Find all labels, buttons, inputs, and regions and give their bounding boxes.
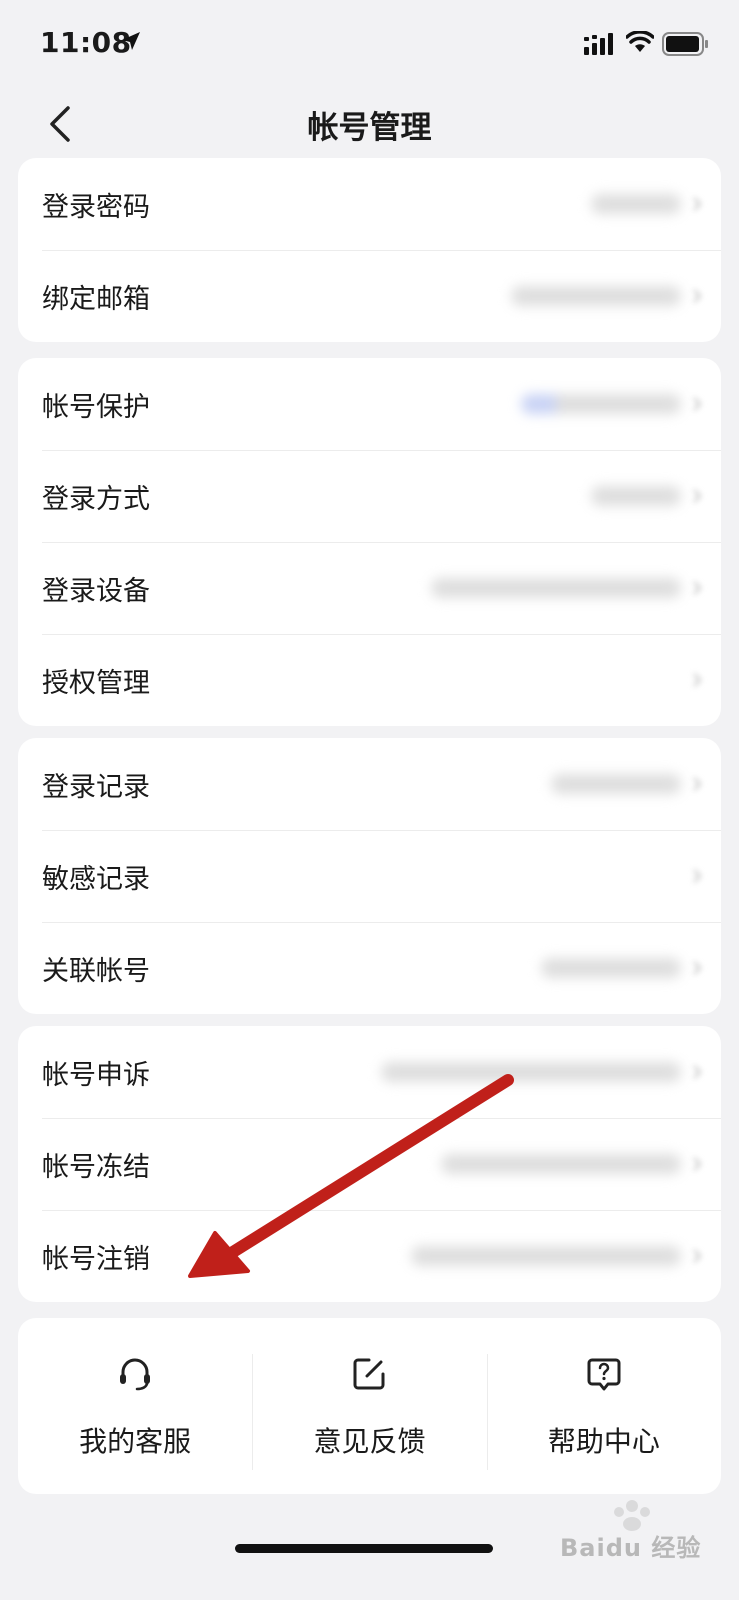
location-arrow-icon <box>122 32 140 50</box>
settings-group-password: 登录密码 绑定邮箱 <box>18 158 721 342</box>
blurred-value <box>431 578 681 598</box>
blurred-value <box>541 958 681 978</box>
chevron-right-icon <box>693 289 702 303</box>
row-login-records[interactable]: 登录记录 <box>18 738 721 830</box>
row-bind-email[interactable]: 绑定邮箱 <box>18 250 721 342</box>
battery-icon <box>662 32 708 56</box>
row-label: 登录方式 <box>42 483 150 515</box>
row-account-appeal[interactable]: 帐号申诉 <box>18 1026 721 1118</box>
row-account-freeze[interactable]: 帐号冻结 <box>18 1118 721 1210</box>
chevron-right-icon <box>693 869 702 883</box>
bottom-label: 我的客服 <box>79 1425 192 1458</box>
blurred-value <box>411 1246 681 1266</box>
settings-group-account-status: 帐号申诉 帐号冻结 帐号注销 <box>18 1026 721 1302</box>
chevron-right-icon <box>693 1065 702 1079</box>
watermark-text: Baidu 经验 <box>560 1534 702 1562</box>
chevron-right-icon <box>693 489 702 503</box>
status-time: 11:08 <box>40 26 132 59</box>
blurred-value <box>441 1154 681 1174</box>
blurred-value <box>511 286 681 306</box>
help-question-icon <box>587 1358 621 1391</box>
row-account-protection[interactable]: 帐号保护 <box>18 358 721 450</box>
bottom-label: 帮助中心 <box>547 1425 660 1458</box>
row-label: 帐号冻结 <box>42 1151 150 1183</box>
settings-group-records: 登录记录 敏感记录 关联帐号 <box>18 738 721 1014</box>
feedback-button[interactable]: 意见反馈 <box>252 1318 486 1494</box>
row-label: 登录密码 <box>42 191 150 223</box>
row-login-devices[interactable]: 登录设备 <box>18 542 721 634</box>
row-label: 帐号注销 <box>42 1243 150 1275</box>
help-center-button[interactable]: 帮助中心 <box>486 1318 721 1494</box>
chevron-right-icon <box>693 961 702 975</box>
row-label: 敏感记录 <box>42 863 150 895</box>
blurred-value <box>381 1062 681 1082</box>
chevron-right-icon <box>693 397 702 411</box>
edit-feedback-icon <box>353 1358 385 1390</box>
row-label: 登录记录 <box>42 771 150 803</box>
row-label: 授权管理 <box>42 667 150 699</box>
chevron-right-icon <box>693 197 702 211</box>
chevron-right-icon <box>693 673 702 687</box>
row-linked-accounts[interactable]: 关联帐号 <box>18 922 721 1014</box>
row-authorization-management[interactable]: 授权管理 <box>18 634 721 726</box>
cellular-signal-icon <box>584 33 613 55</box>
blurred-value <box>591 486 681 506</box>
settings-group-security: 帐号保护 登录方式 登录设备 授权管理 <box>18 358 721 726</box>
row-sensitive-records[interactable]: 敏感记录 <box>18 830 721 922</box>
blurred-value <box>551 774 681 794</box>
customer-service-button[interactable]: 我的客服 <box>18 1318 252 1494</box>
chevron-right-icon <box>693 777 702 791</box>
row-label: 帐号保护 <box>42 391 150 423</box>
chevron-right-icon <box>693 1157 702 1171</box>
status-bar: 11:08 <box>0 0 739 88</box>
bottom-label: 意见反馈 <box>313 1425 426 1458</box>
row-account-deactivation[interactable]: 帐号注销 <box>18 1210 721 1302</box>
row-login-password[interactable]: 登录密码 <box>18 158 721 250</box>
home-indicator[interactable] <box>235 1544 493 1553</box>
blurred-value <box>521 394 681 414</box>
row-label: 登录设备 <box>42 575 150 607</box>
blurred-value <box>591 194 681 214</box>
page-title: 帐号管理 <box>307 110 432 146</box>
row-label: 绑定邮箱 <box>42 283 150 315</box>
bottom-support-bar: 我的客服 意见反馈 帮助中心 <box>18 1318 721 1494</box>
wifi-icon <box>626 31 654 52</box>
nav-bar: 帐号管理 <box>0 88 739 160</box>
chevron-right-icon <box>693 1249 702 1263</box>
chevron-right-icon <box>693 581 702 595</box>
row-login-method[interactable]: 登录方式 <box>18 450 721 542</box>
headset-icon <box>120 1358 151 1391</box>
row-label: 帐号申诉 <box>42 1059 150 1091</box>
row-label: 关联帐号 <box>42 955 150 987</box>
